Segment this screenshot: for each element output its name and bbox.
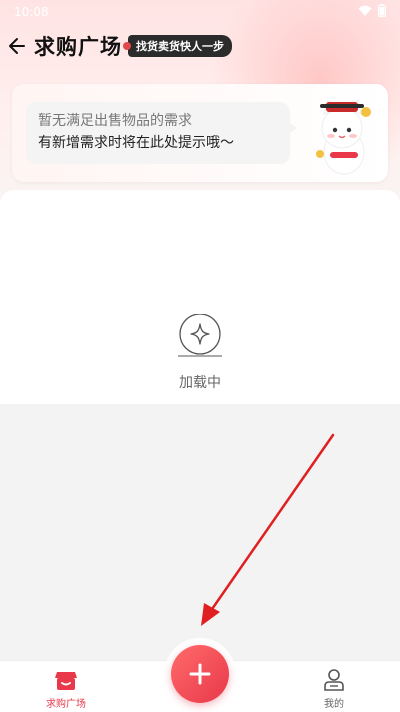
tab-demand-market[interactable]: 求购广场 bbox=[26, 667, 106, 710]
notice-line-2: 有新增需求时将在此处提示哦～ bbox=[38, 135, 234, 151]
notice-line-1: 暂无满足出售物品的需求 bbox=[38, 113, 192, 129]
shop-icon bbox=[55, 672, 77, 690]
demand-list-panel: 加载中 bbox=[0, 190, 400, 404]
battery-icon bbox=[378, 4, 386, 20]
notice-card: 暂无满足出售物品的需求 有新增需求时将在此处提示哦～ bbox=[12, 84, 388, 182]
tab-label: 求购广场 bbox=[46, 699, 86, 710]
notice-bubble: 暂无满足出售物品的需求 有新增需求时将在此处提示哦～ bbox=[26, 102, 297, 164]
tab-label: 我的 bbox=[324, 699, 344, 710]
navigation-bar: 求购广场 找货卖货快人一步 bbox=[0, 28, 400, 64]
loading-text: 加载中 bbox=[179, 375, 221, 391]
status-time: 10:08 bbox=[14, 5, 49, 19]
wifi-icon bbox=[358, 5, 372, 20]
status-icons bbox=[358, 4, 386, 20]
plus-icon bbox=[189, 663, 211, 685]
add-demand-button[interactable] bbox=[171, 645, 229, 703]
sparkle-loading-icon bbox=[178, 314, 222, 357]
person-icon bbox=[324, 669, 344, 691]
cat-mascot-illustration bbox=[316, 98, 371, 175]
back-arrow-icon[interactable] bbox=[2, 31, 32, 61]
status-bar: 10:08 bbox=[0, 0, 400, 24]
tab-mine[interactable]: 我的 bbox=[294, 667, 374, 710]
page-title: 求购广场 bbox=[34, 35, 122, 59]
slogan-badge: 找货卖货快人一步 bbox=[128, 35, 232, 57]
